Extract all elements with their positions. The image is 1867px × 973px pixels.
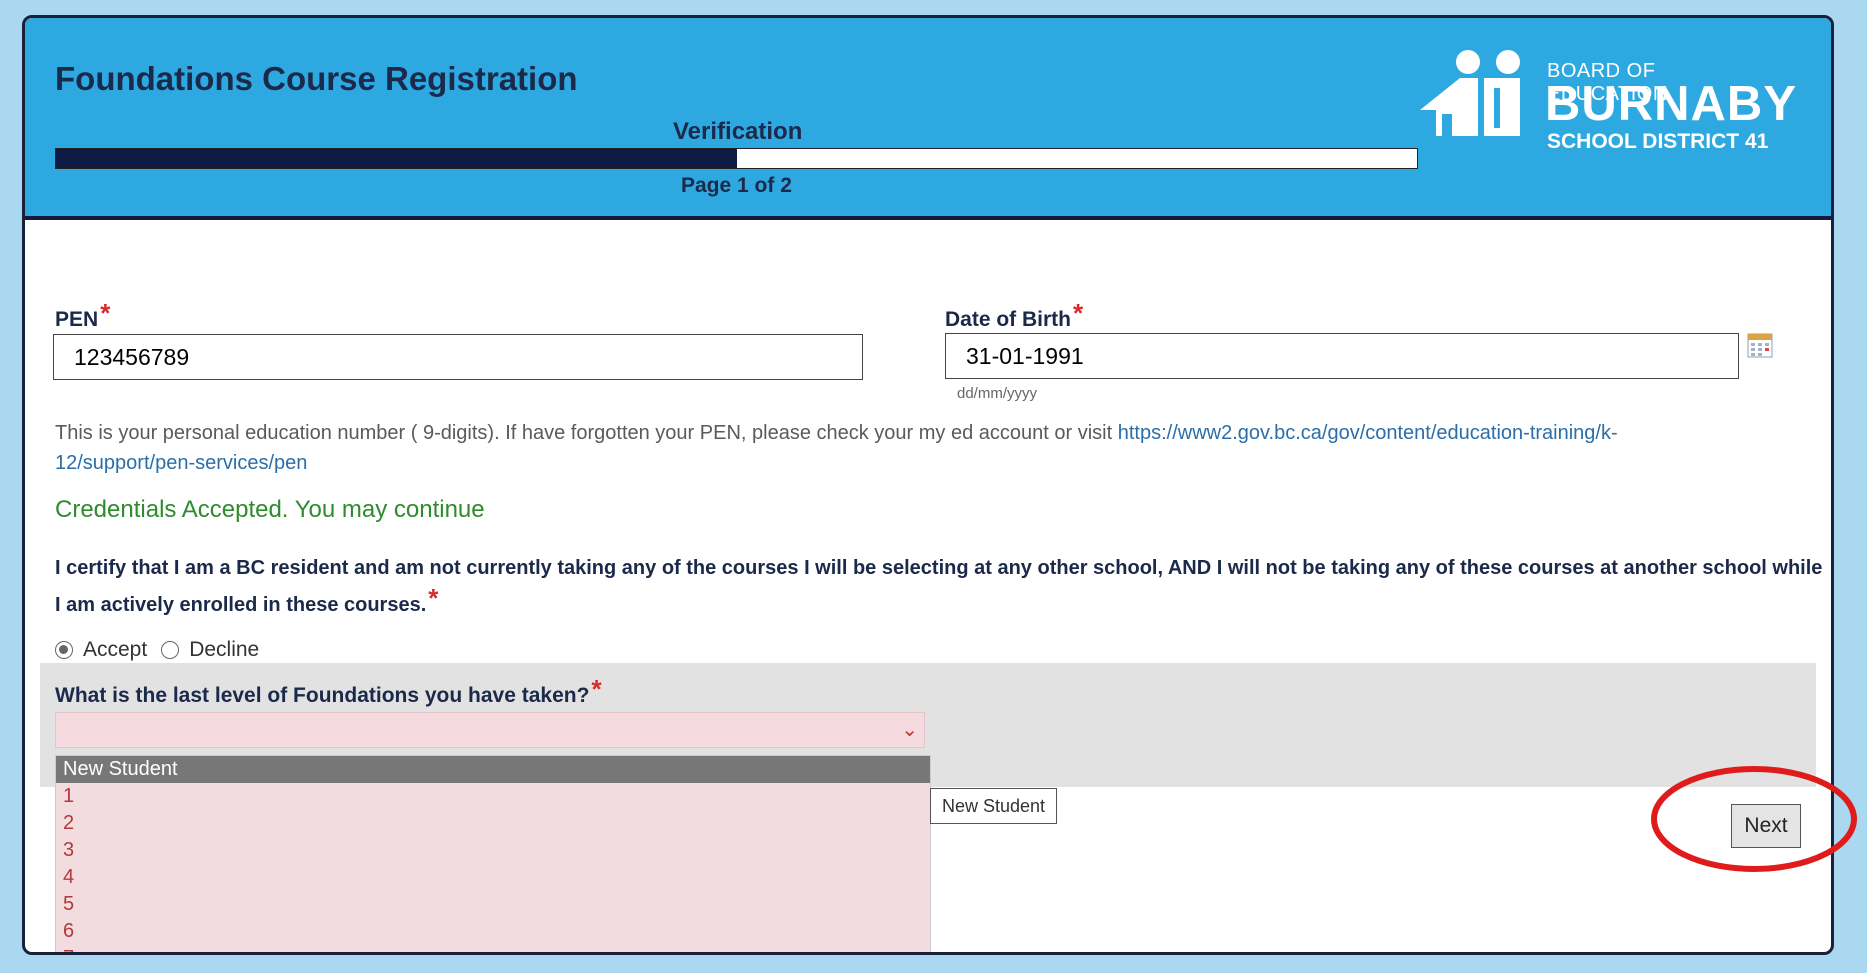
pen-input[interactable]: 123456789 (53, 334, 863, 380)
required-mark: * (1073, 298, 1084, 328)
radio-decline[interactable] (161, 641, 180, 659)
burnaby-logo: BOARD OF EDUCATION BURNABY SCHOOL DISTRI… (1420, 38, 1796, 158)
progress-bar (55, 148, 1418, 169)
certify-text: I certify that I am a BC resident and am… (55, 557, 1823, 616)
help-text: This is your personal education number (… (55, 422, 1118, 444)
progress-fill (56, 149, 737, 168)
step-label: Verification (673, 118, 803, 145)
option-tooltip: New Student (930, 788, 1057, 824)
level-question-text: What is the last level of Foundations yo… (55, 684, 590, 707)
pen-help-text: This is your personal education number (… (55, 418, 1745, 478)
dropdown-option[interactable]: 3 (56, 837, 930, 864)
required-mark: * (100, 298, 111, 328)
page-header: Foundations Course Registration Verifica… (25, 18, 1831, 220)
radio-decline-label[interactable]: Decline (189, 638, 259, 662)
dob-label: Date of Birth* (945, 298, 1083, 333)
certify-radio-group: Accept Decline (55, 638, 273, 662)
radio-accept[interactable] (55, 641, 73, 659)
logo-figures-icon (1420, 50, 1520, 136)
dropdown-option[interactable]: 1 (56, 783, 930, 810)
level-select[interactable]: ⌄ (55, 712, 925, 748)
pen-label-text: PEN (55, 308, 99, 331)
dropdown-option[interactable]: 6 (56, 918, 930, 945)
success-message: Credentials Accepted. You may continue (55, 496, 485, 523)
page-title: Foundations Course Registration (55, 60, 578, 97)
dropdown-option[interactable]: New Student (56, 756, 930, 783)
next-button[interactable]: Next (1731, 804, 1801, 848)
calendar-icon[interactable] (1747, 330, 1773, 358)
radio-accept-label[interactable]: Accept (83, 638, 147, 662)
required-mark: * (428, 583, 439, 613)
dropdown-option[interactable]: 2 (56, 810, 930, 837)
level-dropdown-list: New Student 1 2 3 4 5 6 7 (55, 755, 931, 952)
dob-input[interactable]: 31-01-1991 (945, 333, 1739, 379)
page-indicator: Page 1 of 2 (681, 174, 792, 197)
chevron-down-icon[interactable]: ⌄ (901, 717, 918, 742)
logo-line2: BURNABY (1545, 77, 1797, 131)
dob-label-text: Date of Birth (945, 308, 1071, 331)
dob-format-hint: dd/mm/yyyy (957, 385, 1038, 402)
screenshot-frame: Foundations Course Registration Verifica… (0, 0, 1867, 973)
pen-label: PEN* (55, 298, 110, 333)
dropdown-option[interactable]: 4 (56, 864, 930, 891)
dropdown-option[interactable]: 5 (56, 891, 930, 918)
required-mark: * (591, 674, 602, 704)
certify-statement: I certify that I am a BC resident and am… (55, 551, 1825, 622)
logo-line3: SCHOOL DISTRICT 41 (1547, 130, 1769, 153)
dropdown-option[interactable]: 7 (56, 945, 930, 952)
level-question-label: What is the last level of Foundations yo… (55, 674, 602, 709)
registration-card: Foundations Course Registration Verifica… (22, 15, 1834, 955)
